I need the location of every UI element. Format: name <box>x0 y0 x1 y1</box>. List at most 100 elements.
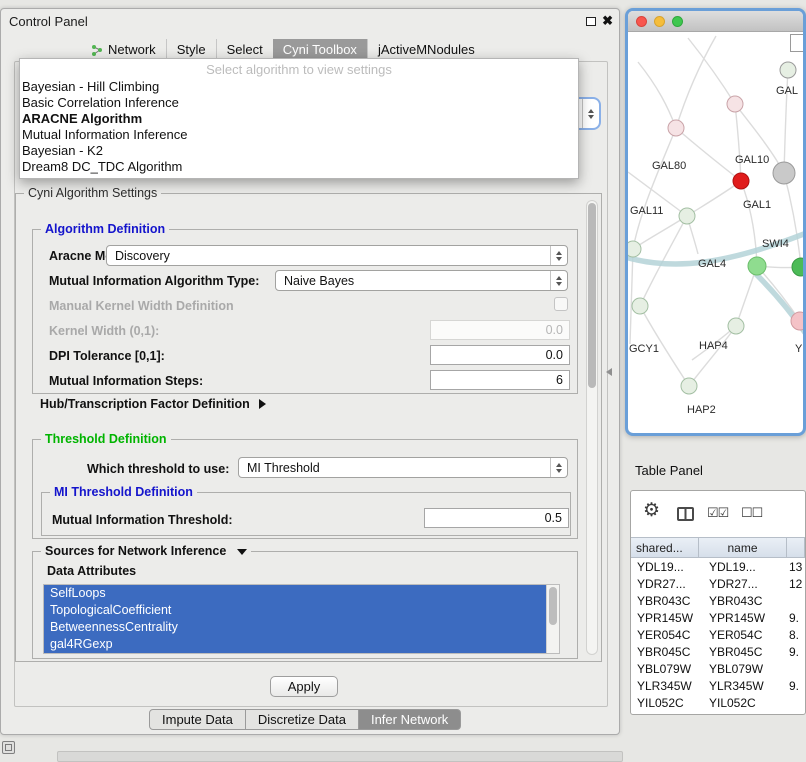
cell-partial[interactable] <box>787 661 805 678</box>
sources-title[interactable]: Sources for Network Inference <box>41 544 251 558</box>
table-row[interactable]: YDL19... YDL19... 13 <box>631 559 805 576</box>
table-row[interactable]: YBR043C YBR043C <box>631 593 805 610</box>
tab-cyni-toolbox[interactable]: Cyni Toolbox <box>273 39 367 60</box>
cell-partial[interactable]: 8. <box>787 627 805 644</box>
cell-partial[interactable]: 12 <box>787 576 805 593</box>
network-node[interactable] <box>773 162 795 184</box>
column-header-name[interactable]: name <box>699 538 787 557</box>
cell-partial[interactable]: 9. <box>787 644 805 661</box>
cell-shared-name[interactable]: YLR345W <box>631 678 699 695</box>
network-node[interactable] <box>733 173 749 189</box>
cell-name[interactable]: YLR345W <box>699 678 787 695</box>
tab-discretize-data[interactable]: Discretize Data <box>246 709 359 730</box>
cell-shared-name[interactable]: YDR27... <box>631 576 699 593</box>
cell-shared-name[interactable]: YER054C <box>631 627 699 644</box>
table-row[interactable]: YBR045C YBR045C 9. <box>631 644 805 661</box>
network-window-titlebar[interactable] <box>628 11 803 32</box>
minimize-traffic-light-icon[interactable] <box>654 16 665 27</box>
cell-name[interactable]: YIL052C <box>699 695 787 712</box>
table-row[interactable]: YER054C YER054C 8. <box>631 627 805 644</box>
network-node[interactable] <box>681 378 697 394</box>
unchecked-boxes-icon[interactable]: ☐☐ <box>741 505 762 521</box>
settings-scrollbar[interactable] <box>586 200 598 655</box>
list-item[interactable]: gal4RGexp <box>44 636 546 653</box>
network-canvas[interactable]: GAL GAL80 GAL10 GAL11 GAL1 SWI4 GAL4 GCY… <box>628 32 803 433</box>
network-node[interactable] <box>632 298 648 314</box>
table-row[interactable]: YIL052C YIL052C <box>631 695 805 712</box>
network-node[interactable] <box>728 318 744 334</box>
popup-item-bayesian-hill-climbing[interactable]: Bayesian - Hill Climbing <box>20 79 578 95</box>
cell-name[interactable]: YBL079W <box>699 661 787 678</box>
aracne-mode-select[interactable]: Discovery <box>106 245 568 266</box>
horizontal-scrollbar[interactable] <box>57 751 623 762</box>
cell-partial[interactable]: 9. <box>787 678 805 695</box>
list-item[interactable]: SelfLoops <box>44 585 546 602</box>
cell-name[interactable]: YDR27... <box>699 576 787 593</box>
network-node[interactable] <box>679 208 695 224</box>
cell-partial[interactable] <box>787 695 805 712</box>
mi-steps-field[interactable]: 6 <box>430 370 570 390</box>
cell-name[interactable]: YDL19... <box>699 559 787 576</box>
checked-boxes-icon[interactable]: ☑☑ <box>707 505 728 521</box>
dpi-tolerance-field[interactable]: 0.0 <box>430 345 570 365</box>
zoom-traffic-light-icon[interactable] <box>672 16 683 27</box>
tab-select[interactable]: Select <box>216 39 273 60</box>
cell-shared-name[interactable]: YBR045C <box>631 644 699 661</box>
popup-item-mutual-information[interactable]: Mutual Information Inference <box>20 127 578 143</box>
mi-algorithm-type-select[interactable]: Naive Bayes <box>275 270 568 291</box>
tab-impute-data[interactable]: Impute Data <box>149 709 246 730</box>
cell-shared-name[interactable]: YBR043C <box>631 593 699 610</box>
network-node[interactable] <box>628 241 641 257</box>
cell-partial[interactable] <box>787 593 805 610</box>
cell-shared-name[interactable]: YPR145W <box>631 610 699 627</box>
popup-item-dream8[interactable]: Dream8 DC_TDC Algorithm <box>20 159 578 175</box>
cell-name[interactable]: YBR043C <box>699 593 787 610</box>
which-threshold-select[interactable]: MI Threshold <box>238 457 568 478</box>
tab-network[interactable]: Network <box>81 39 166 60</box>
collapsed-panel-icon[interactable] <box>2 741 15 754</box>
cell-name[interactable]: YER054C <box>699 627 787 644</box>
mi-threshold-field[interactable]: 0.5 <box>424 508 569 528</box>
list-scrollbar[interactable] <box>546 585 559 653</box>
scrollbar-thumb[interactable] <box>588 203 596 388</box>
tab-jactivemnodules[interactable]: jActiveMNodules <box>367 39 485 60</box>
list-item[interactable]: TopologicalCoefficient <box>44 602 546 619</box>
column-header-shared-name[interactable]: shared... <box>631 538 699 557</box>
network-node[interactable] <box>727 96 743 112</box>
table-row[interactable]: YLR345W YLR345W 9. <box>631 678 805 695</box>
gear-icon[interactable]: ⚙ <box>643 499 660 522</box>
partial-toolbar-button[interactable] <box>790 34 804 52</box>
network-node[interactable] <box>668 120 684 136</box>
data-attributes-list[interactable]: SelfLoops TopologicalCoefficient Between… <box>43 584 560 654</box>
cell-shared-name[interactable]: YIL052C <box>631 695 699 712</box>
node-label: GAL11 <box>630 205 663 217</box>
column-header-partial[interactable] <box>787 538 805 557</box>
scrollbar-thumb[interactable] <box>549 587 557 625</box>
close-icon[interactable]: ✖ <box>602 13 613 29</box>
popup-item-aracne[interactable]: ARACNE Algorithm <box>20 111 578 127</box>
cell-partial[interactable]: 13 <box>787 559 805 576</box>
hub-transcription-factor-toggle[interactable]: Hub/Transcription Factor Definition <box>40 397 266 411</box>
network-node[interactable] <box>780 62 796 78</box>
apply-button[interactable]: Apply <box>270 676 338 697</box>
splitter-collapse-icon[interactable] <box>606 368 612 376</box>
columns-icon[interactable] <box>677 507 694 521</box>
table-row[interactable]: YBL079W YBL079W <box>631 661 805 678</box>
popup-item-basic-correlation[interactable]: Basic Correlation Inference <box>20 95 578 111</box>
network-node[interactable] <box>748 257 766 275</box>
network-node[interactable] <box>792 258 803 276</box>
table-row[interactable]: YDR27... YDR27... 12 <box>631 576 805 593</box>
list-item[interactable]: BetweennessCentrality <box>44 619 546 636</box>
popup-item-bayesian-k2[interactable]: Bayesian - K2 <box>20 143 578 159</box>
cell-name[interactable]: YPR145W <box>699 610 787 627</box>
cell-partial[interactable]: 9. <box>787 610 805 627</box>
tab-style[interactable]: Style <box>166 39 216 60</box>
cell-name[interactable]: YBR045C <box>699 644 787 661</box>
float-window-icon[interactable] <box>586 17 596 26</box>
tab-infer-network[interactable]: Infer Network <box>359 709 461 730</box>
cell-shared-name[interactable]: YDL19... <box>631 559 699 576</box>
close-traffic-light-icon[interactable] <box>636 16 647 27</box>
table-row[interactable]: YPR145W YPR145W 9. <box>631 610 805 627</box>
cell-shared-name[interactable]: YBL079W <box>631 661 699 678</box>
cyni-algorithm-settings-group: Cyni Algorithm Settings Algorithm Defini… <box>15 193 602 662</box>
